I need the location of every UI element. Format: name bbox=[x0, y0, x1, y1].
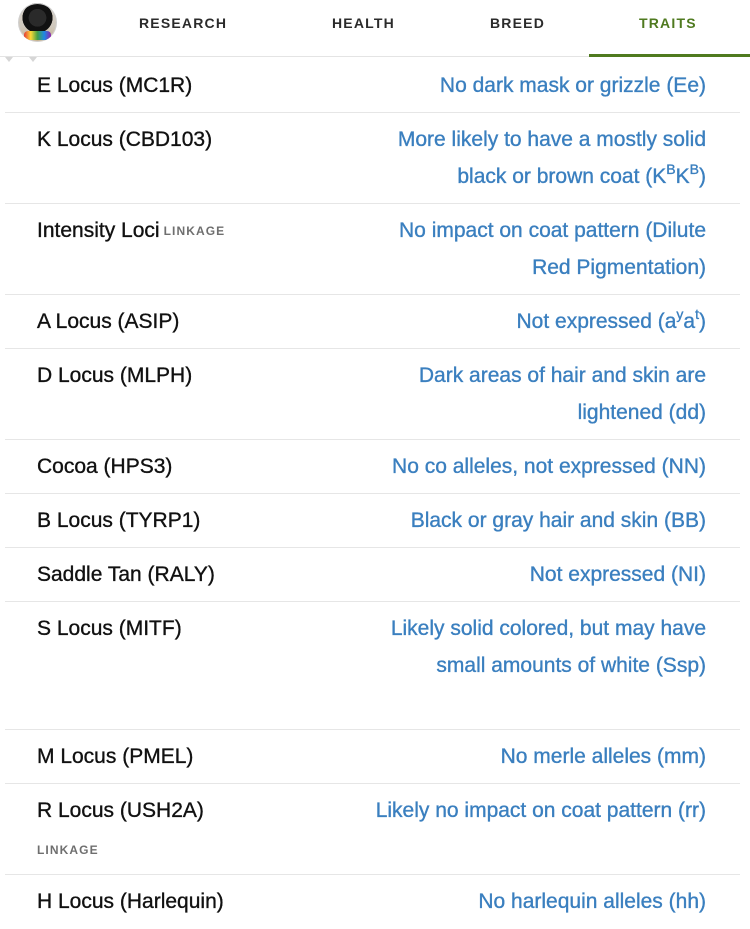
trait-result[interactable]: Dark areas of hair and skin are lightene… bbox=[337, 357, 706, 431]
trait-row: Saddle Tan (RALY) Not expressed (NI) bbox=[5, 548, 740, 602]
trait-result[interactable]: Likely no impact on coat pattern (rr) bbox=[337, 792, 707, 829]
trait-result[interactable]: Black or gray hair and skin (BB) bbox=[337, 502, 707, 539]
dog-avatar-icon[interactable] bbox=[18, 3, 57, 42]
trait-row: Intensity Loci LINKAGE No impact on coat … bbox=[5, 204, 740, 295]
trait-row: B Locus (TYRP1) Black or gray hair and s… bbox=[5, 494, 740, 548]
top-navigation: RESEARCH HEALTH BREED TRAITS bbox=[0, 0, 750, 57]
trait-row: A Locus (ASIP) Not expressed (ayat) bbox=[5, 295, 740, 349]
trait-row: Cocoa (HPS3) No co alleles, not expresse… bbox=[5, 440, 740, 494]
trait-row: S Locus (MITF) Likely solid colored, but… bbox=[5, 602, 740, 730]
trait-row: M Locus (PMEL) No merle alleles (mm) bbox=[5, 730, 740, 784]
linkage-tag: LINKAGE bbox=[37, 843, 99, 857]
trait-name: H Locus (Harlequin) bbox=[37, 890, 224, 913]
tab-traits[interactable]: TRAITS bbox=[639, 15, 697, 31]
trait-name: M Locus (PMEL) bbox=[37, 745, 194, 768]
linkage-tag: LINKAGE bbox=[163, 224, 226, 239]
collar-decoration bbox=[24, 31, 51, 40]
allele-superscript: B bbox=[689, 161, 699, 177]
trait-name: Cocoa (HPS3) bbox=[37, 455, 173, 478]
trait-row: D Locus (MLPH) Dark areas of hair and sk… bbox=[5, 349, 740, 440]
trait-name: E Locus (MC1R) bbox=[37, 74, 193, 97]
tab-breed[interactable]: BREED bbox=[490, 15, 545, 31]
result-text: K bbox=[675, 165, 690, 188]
trait-name: B Locus (TYRP1) bbox=[37, 509, 201, 532]
trait-result[interactable]: No impact on coat pattern (Dilute Red Pi… bbox=[337, 212, 706, 286]
trait-result[interactable]: No co alleles, not expressed (NN) bbox=[337, 448, 706, 485]
result-text: ) bbox=[699, 310, 706, 333]
trait-name: S Locus (MITF) bbox=[37, 617, 182, 640]
trait-name-text: Intensity Loci bbox=[37, 219, 160, 242]
result-text: ) bbox=[699, 165, 706, 188]
result-text: More likely to have a mostly solid black… bbox=[397, 128, 706, 188]
trait-result[interactable]: More likely to have a mostly solid black… bbox=[337, 121, 706, 195]
allele-superscript: B bbox=[666, 161, 676, 177]
tab-research[interactable]: RESEARCH bbox=[139, 15, 227, 31]
trait-name: Intensity Loci LINKAGE bbox=[37, 216, 337, 246]
result-text: Not expressed (a bbox=[516, 310, 677, 333]
trait-row: K Locus (CBD103) More likely to have a m… bbox=[5, 113, 740, 204]
traits-list: E Locus (MC1R) No dark mask or grizzle (… bbox=[5, 59, 740, 929]
trait-name: R Locus (USH2A) LINKAGE bbox=[37, 796, 337, 860]
trait-row: H Locus (Harlequin) No harlequin alleles… bbox=[5, 875, 740, 929]
trait-result[interactable]: Likely solid colored, but may have small… bbox=[337, 610, 707, 684]
result-text: a bbox=[683, 310, 696, 333]
trait-result[interactable]: No dark mask or grizzle (Ee) bbox=[337, 67, 706, 104]
trait-name: Saddle Tan (RALY) bbox=[37, 563, 215, 586]
trait-name: K Locus (CBD103) bbox=[37, 128, 213, 151]
trait-result[interactable]: No harlequin alleles (hh) bbox=[337, 883, 706, 920]
trait-result[interactable]: No merle alleles (mm) bbox=[337, 738, 706, 775]
trait-name-text: R Locus (USH2A) bbox=[37, 799, 204, 822]
trait-row: R Locus (USH2A) LINKAGE Likely no impact … bbox=[5, 784, 740, 875]
trait-result[interactable]: Not expressed (NI) bbox=[337, 556, 707, 593]
trait-name: A Locus (ASIP) bbox=[37, 310, 180, 333]
active-tab-indicator bbox=[589, 54, 750, 57]
trait-result[interactable]: Not expressed (ayat) bbox=[337, 303, 706, 340]
trait-name: D Locus (MLPH) bbox=[37, 364, 193, 387]
trait-row: E Locus (MC1R) No dark mask or grizzle (… bbox=[5, 59, 740, 113]
tab-health[interactable]: HEALTH bbox=[332, 15, 395, 31]
